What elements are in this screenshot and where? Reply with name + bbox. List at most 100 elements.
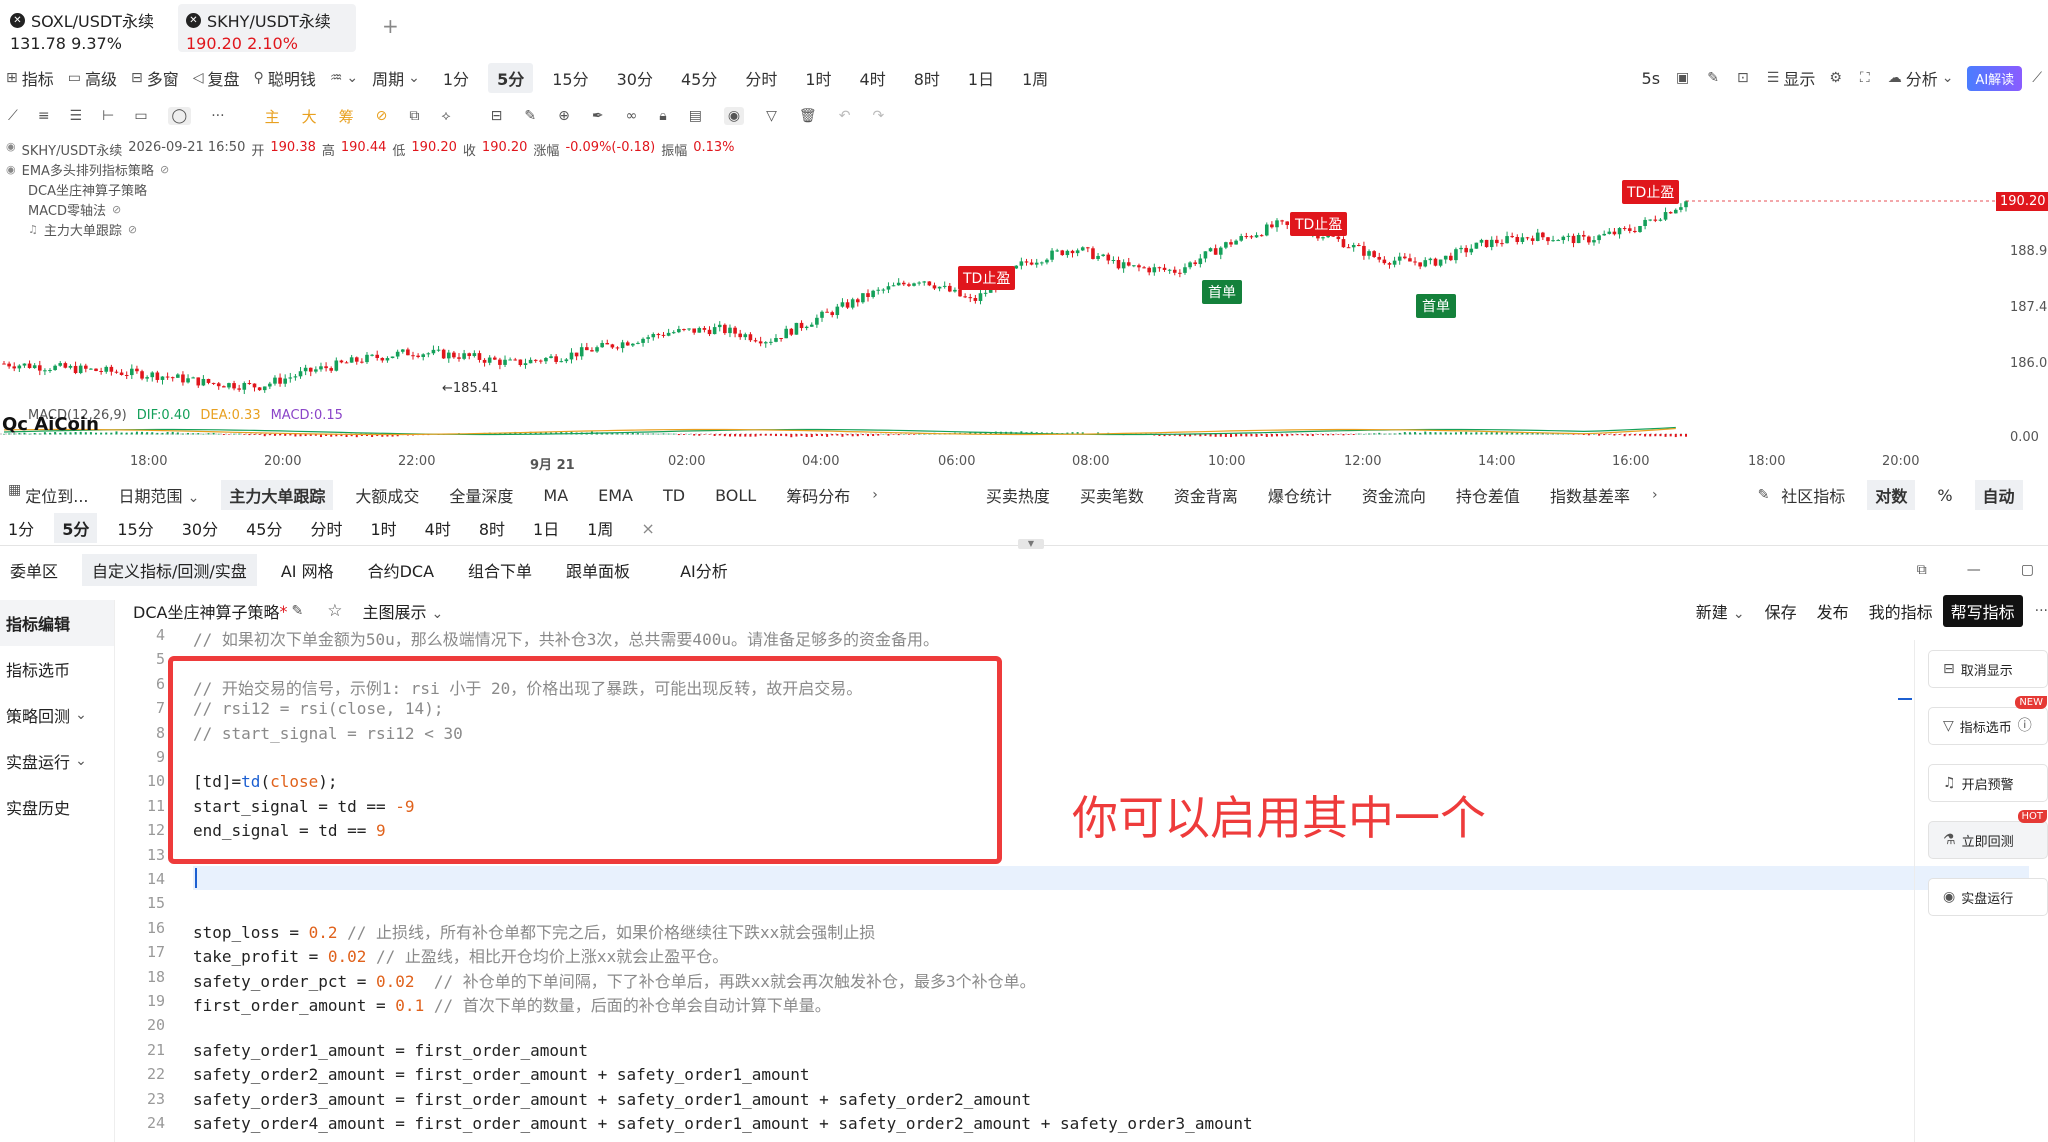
smart-line-button[interactable]: ⚲ 聪明钱 [254,66,316,90]
pencil-icon[interactable]: ✎ [524,109,536,123]
expand-icon[interactable]: ⊡ [1737,71,1749,85]
side-coin-select[interactable]: 指标选币 [0,646,114,692]
analysis-dropdown[interactable]: ☁ 分析 ⌄ [1888,66,1954,90]
ind-full-depth[interactable]: 全量深度 [441,480,521,510]
fullscreen-icon[interactable]: ⛶ [1860,71,1870,85]
price-chart[interactable] [0,136,2048,476]
ai-read-button[interactable]: AI解读 [1967,65,2023,91]
subtf-30m[interactable]: 30分 [174,513,226,543]
period-dropdown[interactable]: 周期 ⌄ [372,66,420,90]
popout-icon[interactable]: ⧉ [1907,559,1937,581]
ind-main-order[interactable]: 主力大单跟踪 [221,480,334,510]
script-name[interactable]: DCA坐庄神算子策略 [133,599,279,623]
side-live-run[interactable]: 实盘运行 ⌄ [0,738,114,784]
eye-icon[interactable]: ◉ [6,140,16,159]
star-icon[interactable]: ☆ [327,602,342,620]
ind-chip[interactable]: 筹码分布 [778,480,858,510]
tf-1m[interactable]: 1分 [434,63,478,93]
chart-area[interactable]: ◉ SKHY/USDT永续 2026-09-21 16:50 开 190.38 高… [0,136,2048,476]
camera-icon[interactable]: ▣ [1676,71,1689,85]
ellipse-icon[interactable]: ◯ [167,107,192,125]
subtf-1h[interactable]: 1时 [362,513,404,543]
tf-time[interactable]: 分时 [736,63,786,93]
locate-button[interactable]: ▦ 定位到... [0,480,97,510]
ind-ma[interactable]: MA [535,483,576,508]
advanced-button[interactable]: ▭ 高级 [68,66,117,90]
close-icon[interactable]: × [633,516,662,541]
trash-icon[interactable]: 🗑︎ [799,109,817,123]
horizontal-ray-icon[interactable]: ⊢ [102,109,114,123]
more-icon[interactable]: ··· [2035,604,2048,618]
minimize-icon[interactable]: — [1957,559,1991,581]
subtf-15m[interactable]: 15分 [109,513,161,543]
hidden-eye-icon[interactable]: ⊘ [128,223,137,236]
subtf-time[interactable]: 分时 [302,513,350,543]
tf-1d[interactable]: 1日 [959,63,1003,93]
run-backtest-button[interactable]: ⚗ 立即回测 HOT [1928,810,2048,859]
subtf-5m[interactable]: 5分 [54,513,98,543]
chip-tool[interactable]: 筹 [339,106,354,127]
coin-select-button[interactable]: ▽ 指标选币 ⓘ NEW [1928,696,2048,745]
ind-big-trade[interactable]: 大额成交 [347,480,427,510]
tab-combo-order[interactable]: 组合下单 [458,554,542,586]
ind-td[interactable]: TD [655,483,693,508]
tab-ai-analysis[interactable]: AI分析 [670,554,738,586]
more-icon[interactable]: ··· [211,109,224,123]
horizontal-lines-icon[interactable]: ☰ [70,109,83,123]
ruler-icon[interactable]: ⊟ [491,109,503,123]
visibility-icon[interactable]: ◉ [723,107,745,125]
indicator-ema[interactable]: ◉ EMA多头排列指标策略 ⊘ [6,160,169,179]
parallel-lines-icon[interactable]: ≡ [38,109,50,123]
tf-1h[interactable]: 1时 [796,63,840,93]
indicator-button[interactable]: ⊞ 指标 [6,66,54,90]
indicator-dca[interactable]: DCA坐庄神算子策略 [28,180,147,199]
tab-ai-grid[interactable]: AI 网格 [271,554,344,586]
tf-4h[interactable]: 4时 [851,63,895,93]
tab-orders[interactable]: 委单区 [0,554,68,586]
settings-icon[interactable]: ⚙ [1829,71,1842,85]
tf-5m[interactable]: 5分 [488,63,534,93]
subtf-45m[interactable]: 45分 [238,513,290,543]
close-icon[interactable]: ✕ [10,12,25,28]
date-range-dropdown[interactable]: 日期范围 ⌄ [111,480,208,510]
tab-contract-dca[interactable]: 合约DCA [358,554,444,586]
hide-drawings-icon[interactable]: ▤ [689,109,702,123]
replay-button[interactable]: ◁ 复盘 [193,66,240,90]
tab-copy-trading[interactable]: 跟单面板 [556,554,640,586]
new-dropdown[interactable]: 新建 ⌄ [1696,599,1745,623]
indicator-macd-zero[interactable]: MACD零轴法 ⊘ [28,200,121,219]
paint-icon[interactable]: ✒ [592,109,604,123]
ind-basis[interactable]: 指数基差率 [1542,480,1638,510]
tab-skhy[interactable]: ✕ SKHY/USDT永续 190.20 2.10% [178,4,356,53]
help-write-button[interactable]: 帮写指标 [1942,595,2023,627]
side-indicator-edit[interactable]: 指标编辑 [0,600,114,646]
brush-icon[interactable]: ⟡ [441,109,450,123]
ind-flow[interactable]: 资金流向 [1354,480,1434,510]
erase-icon[interactable]: ⊘ [376,109,388,123]
main-tool[interactable]: 主 [265,106,280,127]
side-live-history[interactable]: 实盘历史 [0,784,114,830]
auto-scale-toggle[interactable]: 自动 [1974,480,2023,510]
filter-icon[interactable]: ▽ [766,109,777,123]
display-button[interactable]: ☰ 显示 [1767,66,1816,90]
copy-icon[interactable]: ⧉ [409,109,419,123]
my-indicators-button[interactable]: 我的指标 [1869,599,1933,623]
eye-icon[interactable]: ◉ [6,163,16,176]
redo-icon[interactable]: ↷ [872,109,884,123]
ind-heat[interactable]: 买卖热度 [978,480,1058,510]
tab-custom-indicators[interactable]: 自定义指标/回测/实盘 [82,554,257,586]
indicator-main-order[interactable]: ♫ 主力大单跟踪 ⊘ [28,220,137,239]
multi-window-button[interactable]: ⊟ 多窗 [131,66,179,90]
ind-ema[interactable]: EMA [590,483,641,508]
pen-icon[interactable]: ✎ [1707,71,1719,85]
chevron-right-icon[interactable]: › [1652,488,1658,502]
add-tab-button[interactable]: + [382,14,399,38]
tab-soxl[interactable]: ✕ SOXL/USDT永续 131.78 9.37% [2,4,172,53]
tf-1w[interactable]: 1周 [1013,63,1057,93]
subtf-1w[interactable]: 1周 [579,513,621,543]
tf-30m[interactable]: 30分 [608,63,662,93]
subtf-1m[interactable]: 1分 [0,513,42,543]
panel-resize-handle[interactable]: ▼ [1018,539,1044,549]
edit-icon[interactable]: ✎ [1758,488,1770,502]
hidden-eye-icon[interactable]: ⊘ [112,203,121,216]
